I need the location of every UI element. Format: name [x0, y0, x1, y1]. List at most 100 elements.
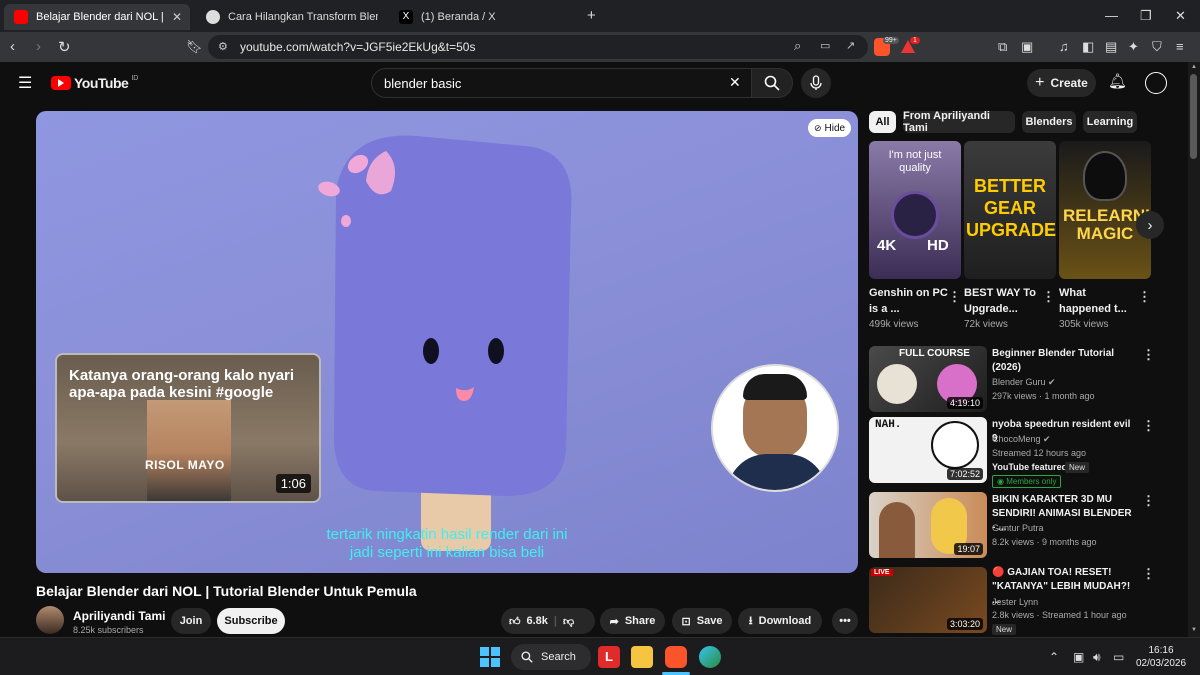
video-duration: 19:07 [954, 543, 983, 555]
minimize-icon[interactable]: — [1105, 8, 1118, 23]
chip-learning[interactable]: Learning [1083, 111, 1137, 133]
scroll-up-icon[interactable]: ▲ [1191, 64, 1197, 70]
url-field[interactable]: ⚙ youtube.com/watch?v=JGF5ie2EkUg&t=50s … [208, 35, 868, 59]
chip-from-channel[interactable]: From Apriliyandi Tami [903, 110, 1015, 134]
vpn-icon[interactable]: ⛉ [1152, 39, 1162, 55]
screenshot-icon[interactable]: ▣ [1021, 39, 1033, 55]
battery-icon[interactable]: ▭ [1113, 650, 1124, 664]
share-button[interactable]: ➦ Share [600, 608, 665, 634]
tab-x[interactable]: X (1) Beranda / X [389, 4, 575, 30]
more-vert-icon[interactable]: ⋮ [1142, 493, 1155, 509]
youtube-header: ☰ YouTube ID blender basic ✕ + Create 🔔︎ [0, 62, 1188, 104]
video-thumbnail[interactable]: LIVE 3:03:20 [869, 567, 987, 633]
media-icon[interactable]: ♫ [1059, 39, 1069, 54]
brave-browser-icon[interactable] [665, 646, 687, 668]
phone-link-icon[interactable]: ▣ [1073, 650, 1084, 664]
zoom-search-icon[interactable]: ⌕ [794, 38, 801, 54]
bookmark-icon[interactable]: 🔖︎ [186, 39, 203, 55]
share-icon[interactable]: ↗ [846, 39, 855, 52]
hoodie-shape [727, 454, 827, 490]
account-avatar[interactable] [1145, 72, 1167, 94]
new-badge: New [992, 624, 1017, 635]
tab-youtube[interactable]: Belajar Blender dari NOL | Tutorial Blen… [4, 4, 190, 30]
download-button[interactable]: ⭳ Download [738, 608, 822, 634]
more-vert-icon[interactable]: ⋮ [1142, 566, 1155, 582]
video-title[interactable]: Beginner Blender Tutorial (2026) [992, 347, 1137, 375]
suggestion-title: Katanya orang-orang kalo nyari apa-apa p… [69, 367, 295, 401]
hamburger-menu-icon[interactable]: ☰ [18, 73, 32, 93]
scroll-down-icon[interactable]: ▼ [1191, 627, 1197, 633]
channel-name[interactable]: Apriliyandi Tami [73, 609, 165, 623]
subscribe-button[interactable]: Subscribe [217, 608, 285, 634]
chip-blenders[interactable]: Blenders [1022, 111, 1076, 133]
join-button[interactable]: Join [171, 608, 211, 634]
start-windows-icon[interactable] [479, 646, 501, 668]
speaker-icon[interactable]: 🔊︎ [1093, 650, 1101, 665]
restore-icon[interactable]: ❐ [1140, 8, 1152, 24]
chip-all[interactable]: All [869, 111, 896, 133]
hide-overlay-button[interactable]: ⊘ Hide [808, 119, 852, 137]
wallet-icon[interactable]: ▤ [1105, 39, 1117, 55]
short-thumbnail[interactable]: RELEARNING MAGIC [1059, 141, 1151, 279]
edge-browser-icon[interactable] [699, 646, 721, 668]
video-channel[interactable]: Guntur Putra [992, 523, 1044, 533]
thumbs-up-icon[interactable]: 👍︎ [509, 615, 521, 628]
like-count[interactable]: 6.8k [527, 615, 548, 627]
thumbs-down-icon[interactable]: 👎︎ [563, 615, 574, 628]
video-player[interactable]: ⊘ Hide Katanya orang-orang kalo nyari ap… [36, 111, 858, 573]
short-title[interactable]: What happened t... [1059, 285, 1129, 317]
short-title[interactable]: Genshin on PC is a ... [869, 285, 949, 317]
video-thumbnail[interactable]: 19:07 [869, 492, 987, 558]
scrollbar-thumb[interactable] [1190, 74, 1197, 159]
leo-ai-icon[interactable]: ✦ [1128, 39, 1139, 55]
notifications-bell-icon[interactable]: 🔔︎ [1108, 72, 1127, 90]
shorts-next-chevron-icon[interactable]: › [1136, 211, 1164, 239]
more-vert-icon[interactable]: ⋮ [1142, 347, 1155, 363]
more-vert-icon[interactable]: ⋮ [1142, 418, 1155, 434]
back-icon[interactable]: ‹ [10, 38, 15, 55]
more-vert-icon[interactable]: ⋮ [1042, 289, 1055, 305]
voice-search-button[interactable] [801, 68, 831, 98]
youtube-logo[interactable]: YouTube ID [51, 75, 138, 91]
video-thumbnail[interactable]: FULL COURSE 4:19:10 [869, 346, 987, 412]
video-title: Belajar Blender dari NOL | Tutorial Blen… [36, 583, 417, 599]
short-thumb-corner-right: HD [927, 237, 949, 254]
taskbar-search[interactable]: Search [511, 644, 591, 670]
new-tab-button[interactable]: + [587, 7, 596, 24]
site-info-icon[interactable]: ⚙ [218, 40, 228, 53]
video-thumbnail[interactable]: NAH. 7:02:52 [869, 417, 987, 483]
forward-icon[interactable]: › [36, 38, 41, 55]
tab-chatgpt[interactable]: Cara Hilangkan Transform Blender [196, 4, 382, 30]
reload-icon[interactable]: ↻ [58, 38, 71, 56]
more-vert-icon[interactable]: ⋮ [1138, 289, 1151, 305]
close-tab-icon[interactable]: ✕ [172, 10, 182, 24]
sidebar-icon[interactable]: ◧ [1082, 39, 1094, 55]
video-channel[interactable]: Blender Guru ✔ [992, 377, 1056, 388]
video-thumb-text: NAH. [875, 419, 902, 431]
search-input[interactable]: blender basic ✕ [371, 68, 752, 98]
file-explorer-icon[interactable] [631, 646, 653, 668]
short-title[interactable]: BEST WAY To Upgrade... [964, 285, 1044, 317]
suggested-short-card[interactable]: Katanya orang-orang kalo nyari apa-apa p… [55, 353, 321, 503]
tray-overflow-chevron-icon[interactable]: ⌃ [1049, 650, 1059, 664]
save-button[interactable]: ⊡ Save [672, 608, 732, 634]
search-button[interactable] [751, 68, 793, 98]
more-vert-icon[interactable]: ⋮ [948, 289, 961, 305]
cast-icon[interactable]: ▭ [820, 39, 830, 52]
address-bar: ‹ › ↻ 🔖︎ ⚙ youtube.com/watch?v=JGF5ie2Ek… [0, 32, 1200, 62]
menu-icon[interactable]: ≡ [1176, 39, 1184, 54]
verified-icon: ✔ [1043, 434, 1051, 444]
video-channel[interactable]: Jester Lynn [992, 597, 1038, 607]
short-thumbnail[interactable]: BETTER GEAR UPGRADE [964, 141, 1056, 279]
extensions-icon[interactable]: ⧉ [998, 39, 1007, 55]
page-scrollbar[interactable]: ▲ ▼ [1188, 62, 1200, 637]
app-l-icon[interactable]: L [598, 646, 620, 668]
video-channel[interactable]: ChocoMeng ✔ [992, 434, 1051, 445]
clear-search-icon[interactable]: ✕ [729, 74, 741, 91]
system-clock[interactable]: 16:16 02/03/2026 [1134, 644, 1188, 670]
create-button[interactable]: + Create [1027, 69, 1096, 97]
short-thumbnail[interactable]: I'm not just quality 4K HD [869, 141, 961, 279]
channel-avatar[interactable] [36, 606, 64, 634]
close-window-icon[interactable]: ✕ [1175, 8, 1186, 24]
more-actions-button[interactable]: ••• [832, 608, 858, 634]
